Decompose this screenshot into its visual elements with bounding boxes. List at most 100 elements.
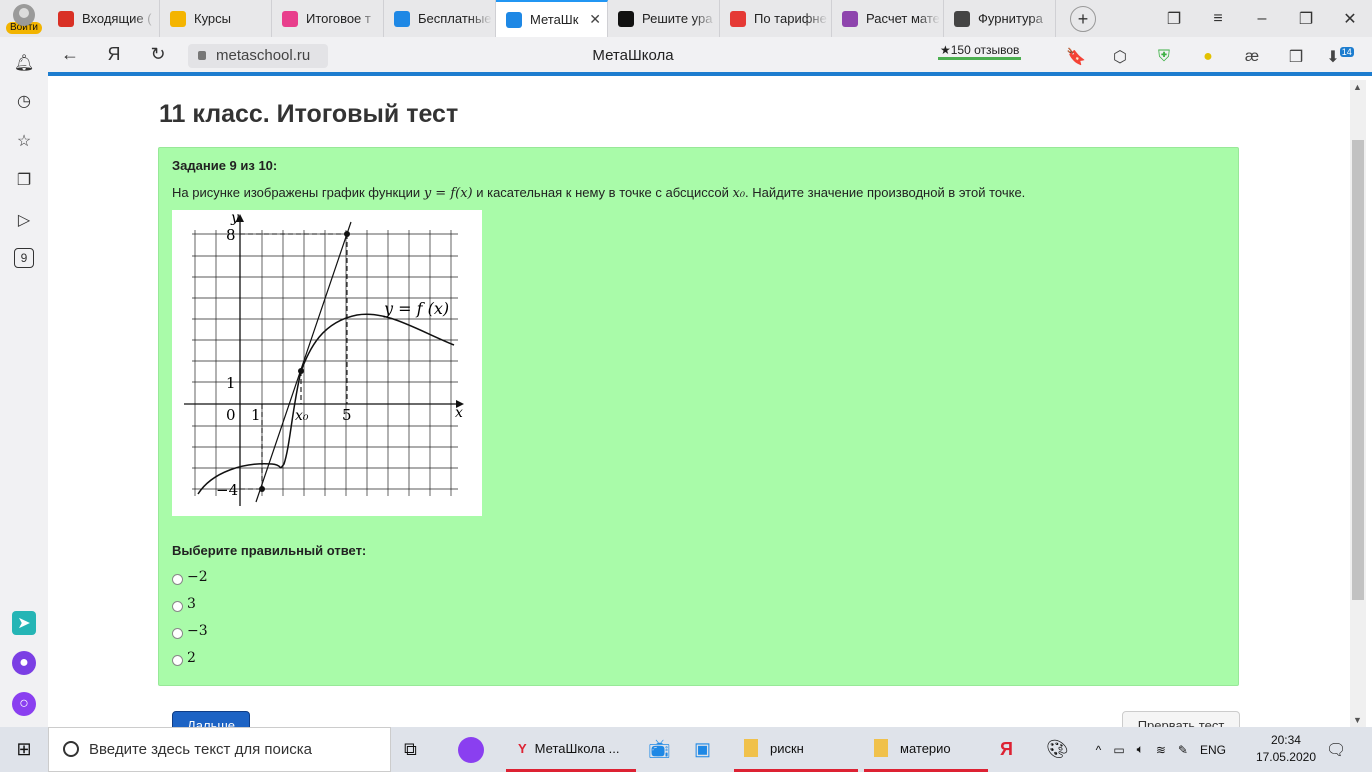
tab-bar: Войти Входящие (Курсы Итоговое т Бесплатны… bbox=[0, 0, 1372, 37]
url-field[interactable]: metaschool.ru bbox=[188, 44, 328, 68]
radio-option-2[interactable] bbox=[172, 600, 183, 612]
tab-7[interactable]: По тарифне bbox=[720, 0, 832, 37]
menu-icon[interactable]: ≡ bbox=[1196, 10, 1240, 28]
language-indicator[interactable]: ENG bbox=[1200, 743, 1226, 757]
radio-option-3[interactable] bbox=[172, 627, 183, 639]
clock-time: 20:34 bbox=[1270, 733, 1301, 747]
taskbar-browser[interactable]: Y МетаШкола ... bbox=[506, 727, 636, 772]
tick-label-5: 5 bbox=[342, 406, 352, 424]
video-icon[interactable]: ▷ bbox=[12, 208, 36, 232]
taskbar-folder-2[interactable]: материо bbox=[864, 727, 988, 772]
scroll-up-icon[interactable]: ▲ bbox=[1353, 82, 1362, 92]
option-2[interactable]: 3 bbox=[172, 596, 196, 612]
tv-app-icon[interactable]: 📺︎ bbox=[648, 727, 671, 772]
tick-label-m4: −4 bbox=[216, 481, 238, 499]
option-4[interactable]: 2 bbox=[172, 650, 196, 666]
minimize-button[interactable]: – bbox=[1240, 10, 1284, 28]
bell-icon[interactable]: 🔔︎ bbox=[12, 51, 36, 75]
shield-icon[interactable]: ⛨ bbox=[1142, 48, 1186, 66]
tab-6[interactable]: Решите ура bbox=[608, 0, 720, 37]
option-3[interactable]: −3 bbox=[172, 623, 208, 639]
star-icon[interactable]: ☆ bbox=[12, 129, 36, 153]
tab-3[interactable]: Итоговое т bbox=[272, 0, 384, 37]
battery-icon[interactable]: ▭ bbox=[1113, 743, 1124, 757]
tangent-line bbox=[255, 221, 352, 503]
control-panel-icon[interactable]: ▣ bbox=[694, 727, 711, 772]
protect-icon[interactable]: ⬡ bbox=[1098, 47, 1142, 67]
new-tab-button[interactable]: + bbox=[1070, 6, 1096, 32]
tab-5[interactable]: МетаШк ✕ bbox=[496, 0, 608, 37]
scroll-down-icon[interactable]: ▼ bbox=[1353, 715, 1362, 725]
yandex-home-button[interactable]: Я bbox=[92, 44, 136, 65]
volume-icon[interactable]: 🔈︎ bbox=[1137, 742, 1144, 757]
yandex-browser-icon: Y bbox=[518, 740, 527, 756]
alice-icon[interactable]: ○ bbox=[12, 692, 36, 716]
y-axis-label: y bbox=[230, 210, 240, 226]
alice-taskbar-icon[interactable] bbox=[458, 727, 484, 772]
tick-label-0: 0 bbox=[226, 406, 236, 424]
task-panel: Задание 9 из 10: На рисунке изображены г… bbox=[158, 147, 1239, 686]
back-button[interactable]: ← bbox=[48, 44, 92, 65]
reload-button[interactable]: ↻ bbox=[136, 44, 180, 65]
next-button[interactable]: Дальше bbox=[172, 711, 250, 727]
question-text: На рисунке изображены график функции y =… bbox=[172, 185, 1026, 201]
option-1[interactable]: −2 bbox=[172, 569, 208, 585]
task-view-icon[interactable]: ⧉ bbox=[404, 727, 417, 772]
scroll-thumb[interactable] bbox=[1352, 140, 1364, 600]
alice-app-icon[interactable]: ● bbox=[12, 651, 36, 675]
downloads-icon[interactable]: ⬇ 14 bbox=[1318, 47, 1362, 67]
paint-icon[interactable]: 🎨︎ bbox=[1046, 727, 1069, 772]
left-sidebar: 🔔︎ ◷ ☆ ❐ ▷ 9 ➤ ● ○ bbox=[0, 37, 48, 727]
radio-option-4[interactable] bbox=[172, 654, 183, 666]
tick-label-1x: 1 bbox=[251, 406, 261, 424]
tab-1[interactable]: Входящие ( bbox=[48, 0, 160, 37]
yandex-icon[interactable]: Я bbox=[1000, 727, 1013, 772]
tab-8[interactable]: Расчет мате bbox=[832, 0, 944, 37]
translate-icon[interactable]: æ bbox=[1230, 48, 1274, 66]
address-bar: ← Я ↻ metaschool.ru МетаШкола ★150 отзыв… bbox=[48, 37, 1372, 76]
taskbar-folder-1[interactable]: рискн bbox=[734, 727, 858, 772]
graph-svg: y x 8 1 0 1 x₀ 5 −4 y = f (x) bbox=[184, 210, 464, 506]
page-title: МетаШкола bbox=[592, 47, 674, 64]
folder-icon bbox=[874, 739, 888, 757]
metaschool-icon bbox=[394, 10, 410, 27]
tabs: Входящие (Курсы Итоговое т Бесплатные МетаШ… bbox=[48, 0, 1056, 37]
windows-taskbar: ⊞ Введите здесь текст для поиска ⧉ Y Мета… bbox=[0, 727, 1372, 772]
function-graph: y x 8 1 0 1 x₀ 5 −4 y = f (x) bbox=[172, 210, 482, 516]
tab-manager-icon[interactable]: ❐ bbox=[1152, 9, 1196, 29]
star-icon bbox=[954, 10, 970, 27]
page-scrollbar[interactable]: ▲ ▼ bbox=[1350, 80, 1366, 727]
collections-icon[interactable]: ❒ bbox=[1274, 47, 1318, 67]
messenger-icon[interactable]: ➤ bbox=[12, 611, 36, 635]
folder-icon bbox=[744, 739, 758, 757]
bookmark-icon[interactable]: 🔖 bbox=[1054, 47, 1098, 67]
tab-9[interactable]: Фурнитура bbox=[944, 0, 1056, 37]
windows-start-icon[interactable]: ⊞ bbox=[0, 727, 48, 772]
reviews-badge[interactable]: ★150 отзывов bbox=[938, 43, 1022, 60]
tab-4[interactable]: Бесплатные bbox=[384, 0, 496, 37]
notifications-icon[interactable]: 🗨︎ bbox=[1326, 727, 1346, 772]
pen-icon[interactable]: ✎ bbox=[1178, 743, 1188, 757]
tray-chevron-icon[interactable]: ^ bbox=[1096, 743, 1102, 757]
collections-icon[interactable]: ❐ bbox=[12, 168, 36, 192]
tab-2[interactable]: Курсы bbox=[160, 0, 272, 37]
clock[interactable]: 20:34 17.05.2020 bbox=[1256, 732, 1316, 766]
window-controls: ❐ ≡ – ❐ ✕ bbox=[1152, 0, 1372, 37]
classroom-icon bbox=[170, 10, 186, 27]
stop-test-button[interactable]: Прервать тест bbox=[1122, 711, 1240, 727]
close-tab-icon[interactable]: ✕ bbox=[589, 11, 601, 28]
radio-option-1[interactable] bbox=[172, 573, 183, 585]
extension-icon[interactable]: ● bbox=[1186, 48, 1230, 66]
downloads-badge: 14 bbox=[1339, 47, 1354, 58]
history-icon[interactable]: ◷ bbox=[12, 89, 36, 113]
app-9-icon[interactable]: 9 bbox=[14, 248, 34, 268]
login-button[interactable]: Войти bbox=[0, 0, 48, 37]
tangent-point bbox=[298, 368, 304, 374]
metaschool-icon bbox=[282, 10, 298, 27]
choose-answer-label: Выберите правильный ответ: bbox=[172, 543, 367, 558]
close-window-button[interactable]: ✕ bbox=[1328, 9, 1372, 29]
page-heading: 11 класс. Итоговый тест bbox=[159, 100, 459, 128]
restore-button[interactable]: ❐ bbox=[1284, 9, 1328, 29]
taskbar-search[interactable]: Введите здесь текст для поиска bbox=[48, 727, 391, 772]
wifi-icon[interactable]: ≋ bbox=[1156, 743, 1166, 757]
